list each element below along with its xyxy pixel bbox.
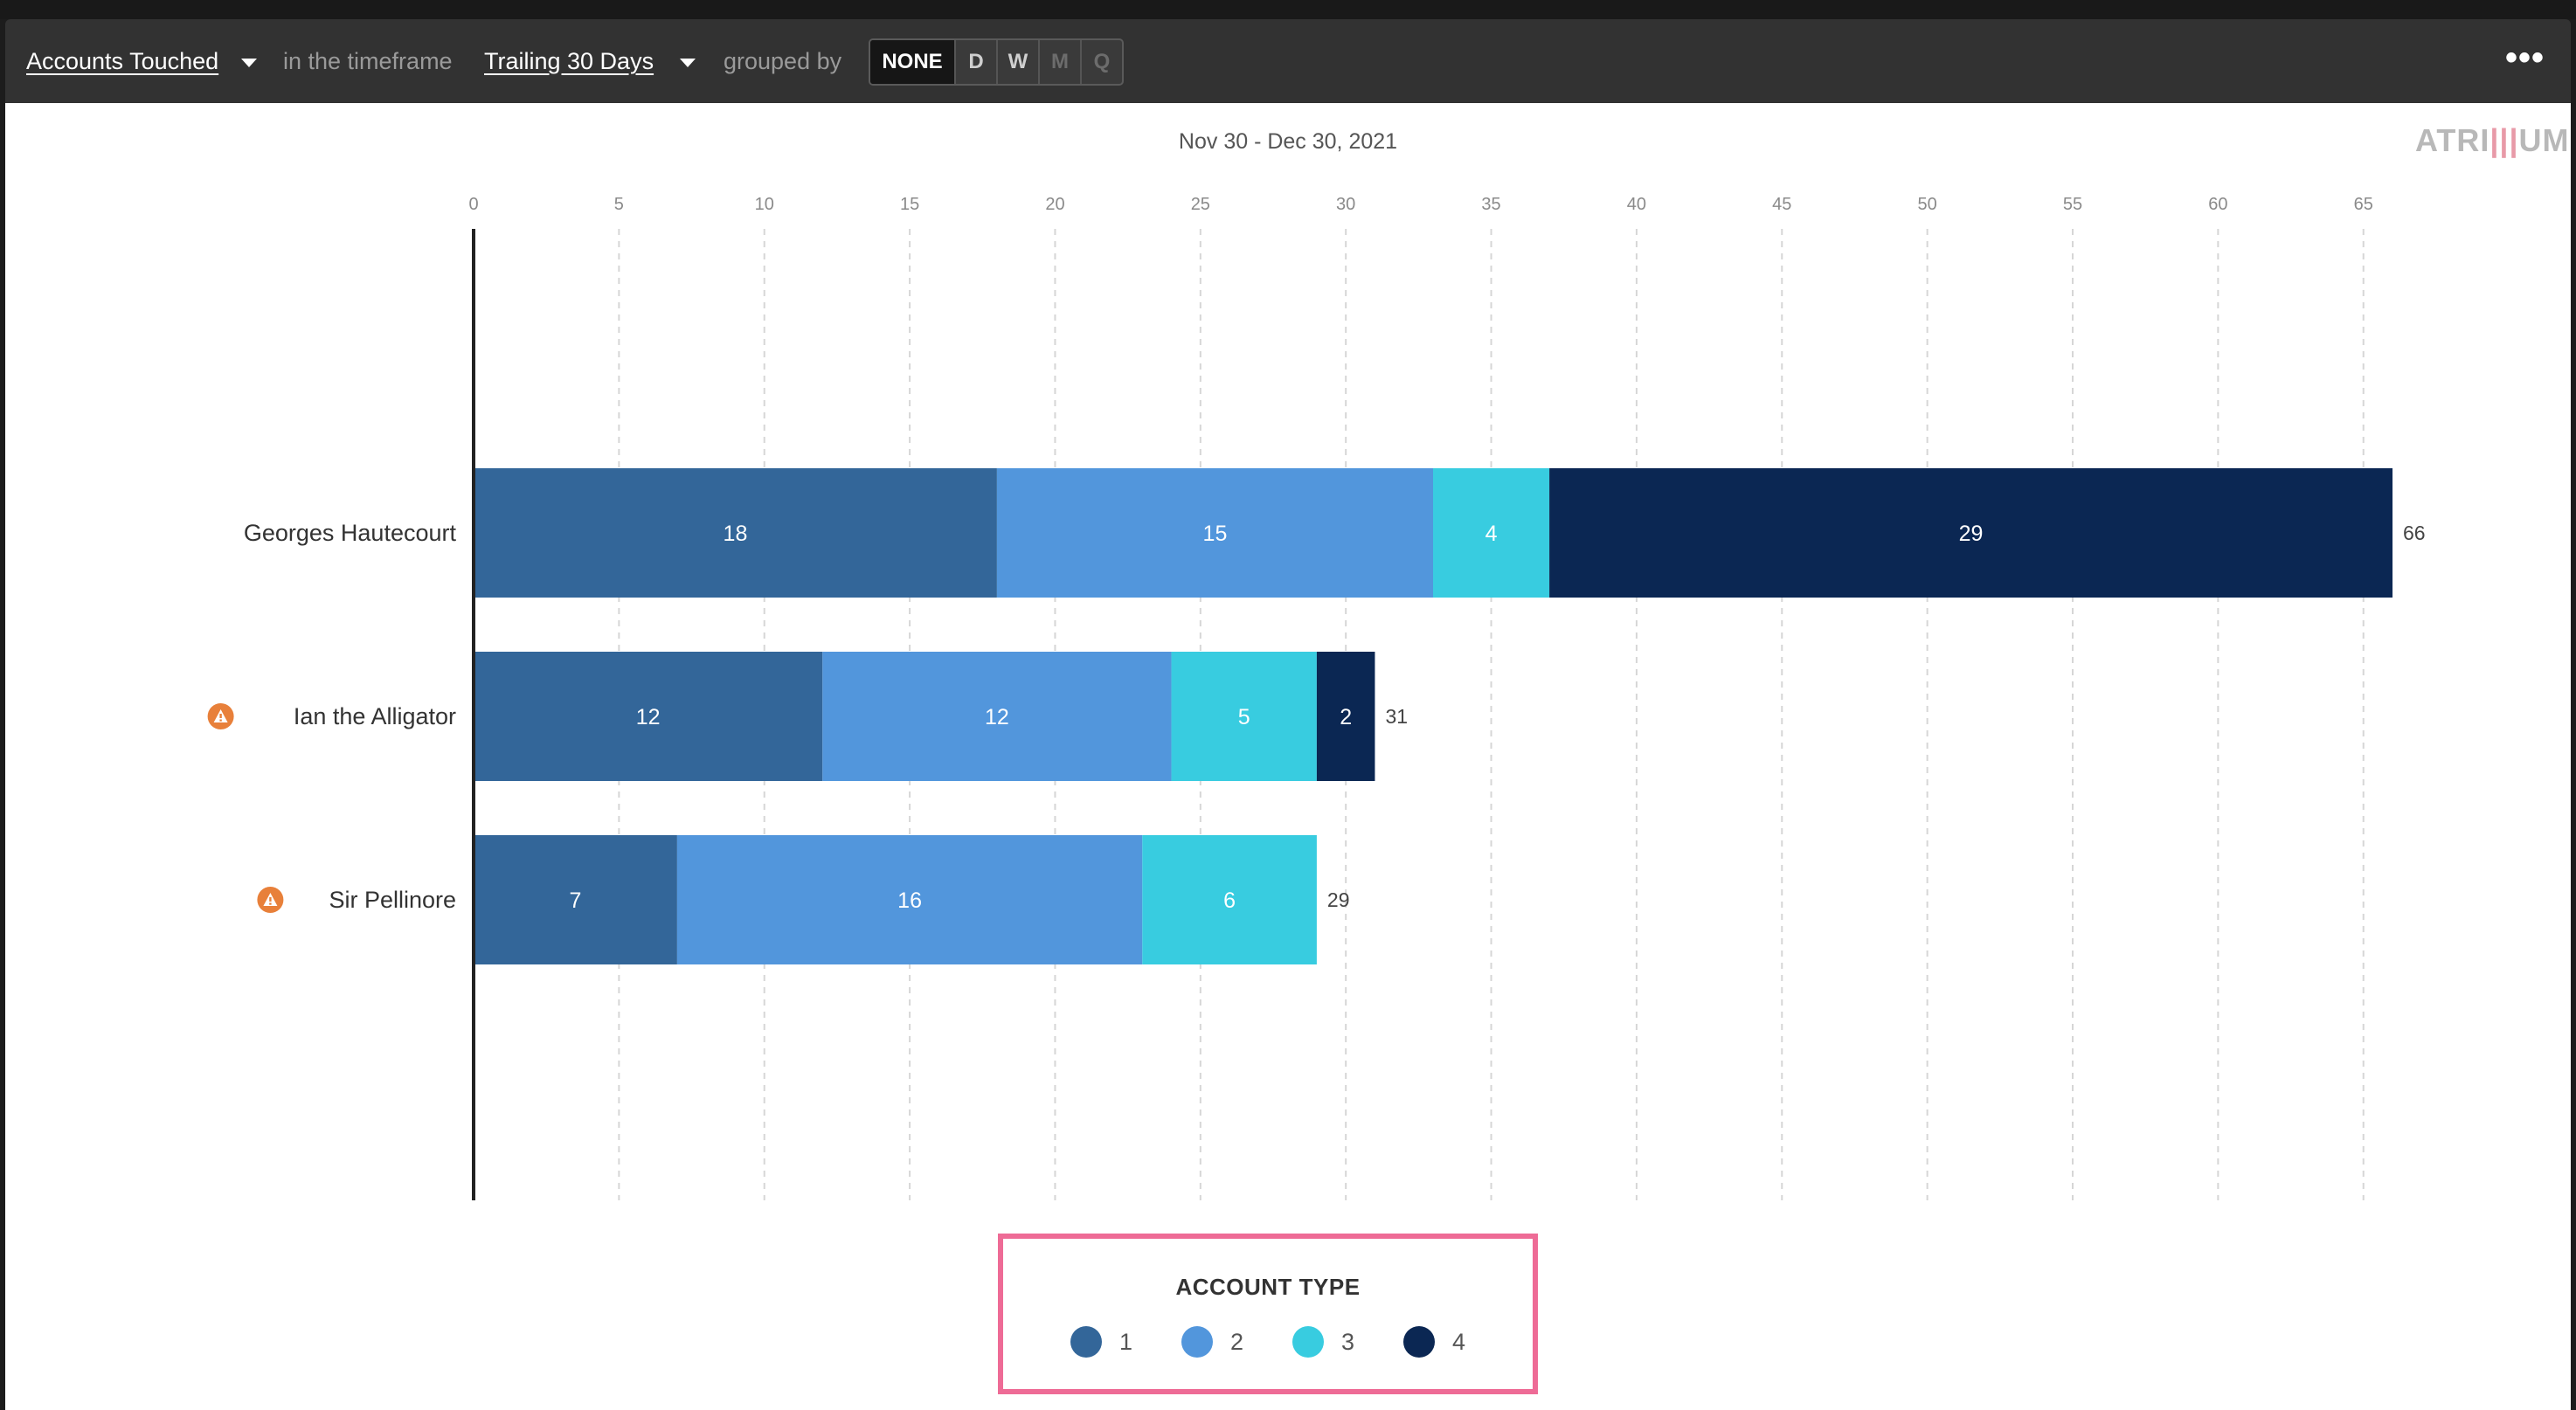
x-tick-label: 10 xyxy=(755,195,774,214)
legend-title: ACCOUNT TYPE xyxy=(1175,1274,1361,1300)
warning-icon-mark xyxy=(269,897,272,902)
bar-total-label: 31 xyxy=(1385,705,1408,728)
legend-item[interactable]: 3 xyxy=(1292,1326,1354,1358)
bar-value-label: 15 xyxy=(1203,522,1228,546)
x-tick-label: 5 xyxy=(614,195,624,214)
legend-label: 2 xyxy=(1229,1328,1243,1355)
x-tick-label: 50 xyxy=(1918,195,1937,214)
legend-item[interactable]: 1 xyxy=(1070,1326,1132,1358)
legend-label: 4 xyxy=(1452,1328,1466,1355)
bar-value-label: 16 xyxy=(897,888,922,913)
legend-swatch xyxy=(1070,1326,1102,1358)
x-tick-label: 0 xyxy=(468,195,478,214)
bar-value-label: 12 xyxy=(985,705,1009,729)
category-label: Ian the Alligator xyxy=(294,703,456,729)
bar-value-label: 12 xyxy=(636,705,661,729)
x-tick-label: 35 xyxy=(1481,195,1500,214)
bar-value-label: 6 xyxy=(1223,888,1236,913)
x-tick-label: 20 xyxy=(1045,195,1064,214)
bar-total-label: 66 xyxy=(2403,522,2426,544)
x-tick-label: 40 xyxy=(1627,195,1646,214)
x-tick-label: 55 xyxy=(2063,195,2082,214)
warning-icon-mark xyxy=(219,714,222,718)
x-tick-label: 25 xyxy=(1191,195,1210,214)
legend-label: 1 xyxy=(1118,1328,1132,1355)
bar-value-label: 29 xyxy=(1959,522,1984,546)
bar-total-label: 29 xyxy=(1327,888,1350,911)
legend-swatch xyxy=(1181,1326,1213,1358)
legend-swatch xyxy=(1292,1326,1324,1358)
legend-label: 3 xyxy=(1341,1328,1355,1355)
x-tick-label: 65 xyxy=(2354,195,2373,214)
x-tick-label: 30 xyxy=(1336,195,1355,214)
bar-value-label: 7 xyxy=(570,888,582,913)
legend-swatch xyxy=(1403,1326,1436,1358)
legend-item[interactable]: 2 xyxy=(1181,1326,1243,1358)
chart-legend: ACCOUNT TYPE 1 2 3 4 xyxy=(998,1234,1538,1394)
bar-value-label: 2 xyxy=(1340,705,1352,729)
legend-item[interactable]: 4 xyxy=(1403,1326,1465,1358)
x-tick-label: 60 xyxy=(2208,195,2227,214)
stacked-bar-chart: 0 5 10 15 20 25 30 35 40 45 50 55 60 6518 15 4 29 66Georg… xyxy=(207,195,2426,1200)
bar-value-label: 5 xyxy=(1238,705,1250,729)
x-tick-label: 45 xyxy=(1772,195,1791,214)
warning-icon-dot xyxy=(269,902,272,905)
x-tick-label: 15 xyxy=(900,195,919,214)
category-label: Sir Pellinore xyxy=(329,887,456,913)
category-label: Georges Hautecourt xyxy=(244,520,457,546)
bar-value-label: 4 xyxy=(1485,522,1498,546)
legend-items: 1 2 3 4 xyxy=(1003,1326,1533,1358)
bar-value-label: 18 xyxy=(724,522,748,546)
warning-icon-dot xyxy=(219,719,222,722)
